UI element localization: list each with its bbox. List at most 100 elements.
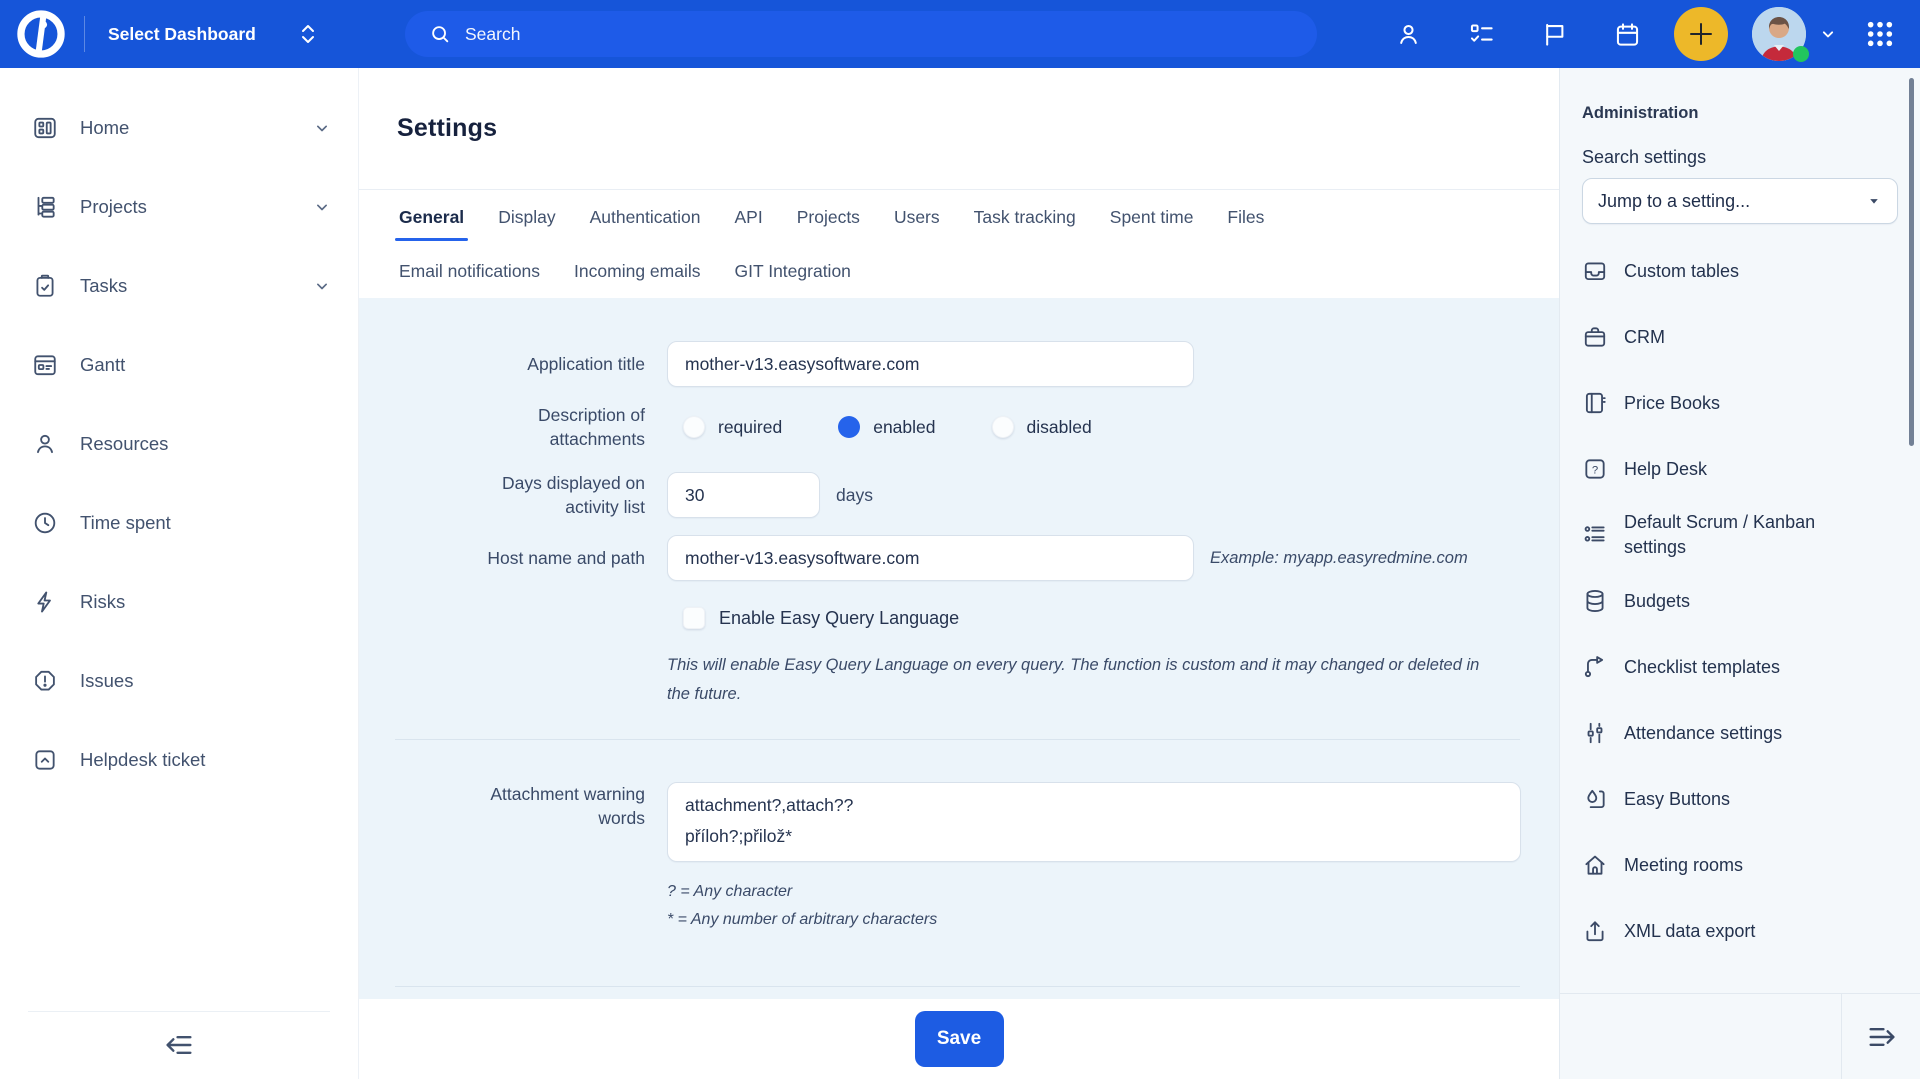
application-title-input[interactable]: mother-v13.easysoftware.com [667,341,1194,387]
grid-menu-icon[interactable] [1864,18,1896,50]
tab-display[interactable]: Display [496,190,557,244]
chevron-down-icon[interactable] [312,197,332,217]
hint-any-character: ? = Any character [667,878,1559,906]
admin-item-price-books[interactable]: Price Books [1560,370,1920,436]
radio-option-disabled[interactable]: disabled [992,416,1092,438]
admin-item-budgets[interactable]: Budgets [1560,568,1920,634]
host-name-input[interactable]: mother-v13.easysoftware.com [667,535,1194,581]
general-settings-form: Application title mother-v13.easysoftwar… [359,298,1559,999]
jump-to-setting-select[interactable]: Jump to a setting... [1582,178,1898,224]
sidebar-item-risks[interactable]: Risks [0,562,358,641]
chevron-down-icon[interactable] [1818,24,1838,44]
sidebar-item-label: Helpdesk ticket [80,749,205,771]
scrollbar-thumb[interactable] [1909,78,1914,446]
app-logo[interactable] [12,5,70,63]
days-suffix: days [836,485,873,506]
sidebar-item-helpdesk-ticket[interactable]: Helpdesk ticket [0,720,358,799]
add-icon [1686,19,1716,49]
topbar: Select Dashboard Search [0,0,1920,68]
settings-tabs: General Display Authentication API Proje… [359,190,1559,298]
attachment-warning-textarea[interactable]: attachment?,attach?? příloh?;přilož* [667,782,1521,862]
user-icon[interactable] [1395,21,1422,48]
host-name-row: Host name and path mother-v13.easysoftwa… [359,535,1559,581]
admin-item-custom-tables[interactable]: Custom tables [1560,238,1920,304]
sidebar-item-gantt[interactable]: Gantt [0,325,358,404]
ticket-box-icon [32,747,58,773]
admin-item-label: Help Desk [1624,457,1707,482]
tab-incoming-emails[interactable]: Incoming emails [572,244,702,298]
easy-query-label[interactable]: Enable Easy Query Language [719,608,959,629]
admin-item-label: Price Books [1624,391,1720,416]
collapse-sidebar-icon[interactable] [162,1028,196,1062]
easy-software-logo-icon [13,6,69,62]
application-title-row: Application title mother-v13.easysoftwar… [359,341,1559,387]
radio-option-enabled[interactable]: enabled [838,416,935,438]
sidebar-item-time-spent[interactable]: Time spent [0,483,358,562]
tab-spent-time[interactable]: Spent time [1108,190,1196,244]
add-button[interactable] [1674,7,1728,61]
radio-option-required[interactable]: required [683,416,782,438]
expand-sidebar-icon[interactable] [1865,1020,1899,1054]
tab-authentication[interactable]: Authentication [588,190,703,244]
help-square-icon: ? [1582,456,1608,482]
alert-octagon-icon [32,668,58,694]
save-button[interactable]: Save [915,1011,1004,1067]
sidebar-item-projects[interactable]: Projects [0,167,358,246]
dashboard-icon [32,115,58,141]
sidebar-item-label: Home [80,117,129,139]
gantt-icon [32,352,58,378]
user-avatar[interactable] [1752,7,1806,61]
admin-item-xml-data-export[interactable]: XML data export [1560,898,1920,964]
tab-projects[interactable]: Projects [795,190,862,244]
projects-tree-icon [32,194,58,220]
radio-required-label: required [718,417,782,438]
calendar-icon[interactable] [1614,21,1641,48]
lightning-icon [32,589,58,615]
radio-disabled[interactable] [992,416,1014,438]
checklist-icon[interactable] [1468,21,1495,48]
search-input[interactable]: Search [405,11,1317,57]
days-displayed-input[interactable]: 30 [667,472,820,518]
flag-icon[interactable] [1541,21,1568,48]
host-name-label: Host name and path [359,546,645,570]
admin-item-label: Attendance settings [1624,721,1782,746]
admin-item-meeting-rooms[interactable]: Meeting rooms [1560,832,1920,898]
admin-item-attendance-settings[interactable]: Attendance settings [1560,700,1920,766]
easy-query-checkbox[interactable] [683,607,705,629]
admin-item-help-desk[interactable]: ? Help Desk [1560,436,1920,502]
radio-required[interactable] [683,416,705,438]
admin-item-label: Custom tables [1624,259,1739,284]
admin-item-label: XML data export [1624,919,1755,944]
description-of-attachments-label: Description of attachments [359,403,645,451]
tab-users[interactable]: Users [892,190,942,244]
tab-files[interactable]: Files [1225,190,1266,244]
page-header: Settings [359,68,1559,190]
chevron-down-icon[interactable] [312,118,332,138]
book-icon [1582,390,1608,416]
admin-item-crm[interactable]: CRM [1560,304,1920,370]
chevron-down-icon[interactable] [312,276,332,296]
house-icon [1582,852,1608,878]
tab-git-integration[interactable]: GIT Integration [733,244,853,298]
tab-task-tracking[interactable]: Task tracking [972,190,1078,244]
admin-item-checklist-templates[interactable]: Checklist templates [1560,634,1920,700]
online-status-dot [1793,46,1809,62]
footer-divider [1841,994,1842,1079]
admin-item-easy-buttons[interactable]: Easy Buttons [1560,766,1920,832]
sidebar-item-home[interactable]: Home [0,88,358,167]
sidebar-item-issues[interactable]: Issues [0,641,358,720]
tab-api[interactable]: API [733,190,765,244]
sidebar-item-label: Risks [80,591,125,613]
tab-email-notifications[interactable]: Email notifications [397,244,542,298]
attachment-warning-hints: ? = Any character * = Any number of arbi… [667,878,1559,934]
tab-general[interactable]: General [397,190,466,244]
search-placeholder: Search [465,24,520,45]
sidebar-item-resources[interactable]: Resources [0,404,358,483]
admin-item-scrum-kanban[interactable]: Default Scrum / Kanban settings [1560,502,1920,568]
administration-items: Custom tables CRM Price Books ? Help [1560,238,1920,964]
dashboard-selector[interactable]: Select Dashboard [108,0,318,68]
sidebar-item-tasks[interactable]: Tasks [0,246,358,325]
radio-enabled[interactable] [838,416,860,438]
dashboard-selector-label: Select Dashboard [108,24,256,45]
radio-enabled-label: enabled [873,417,935,438]
